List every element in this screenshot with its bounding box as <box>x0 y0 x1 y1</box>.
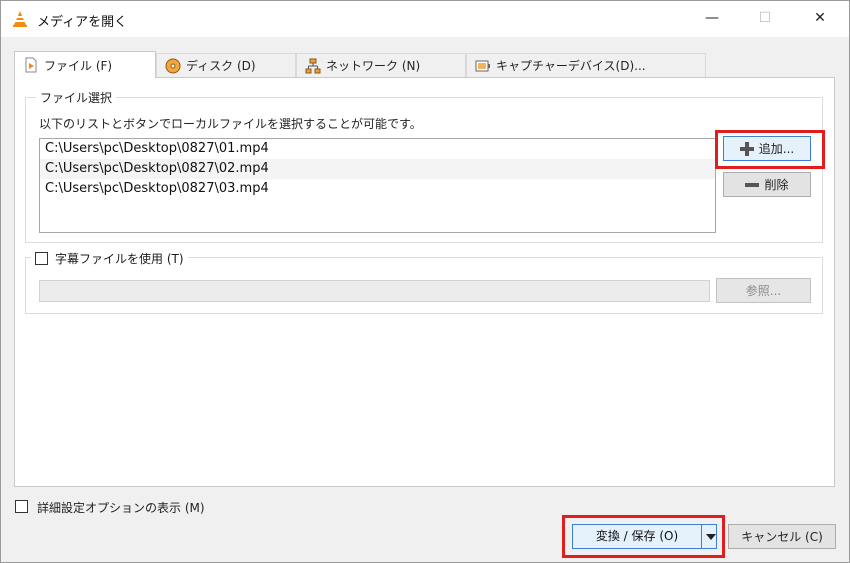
tab-disc-label: ディスク (D) <box>186 59 256 73</box>
open-media-dialog: メディアを開く — ☐ ✕ ファイル (F) ディスク (D) ネットワーク (… <box>0 0 850 563</box>
network-icon <box>305 58 321 73</box>
vlc-cone-icon <box>13 11 27 27</box>
play-file-icon <box>25 57 37 73</box>
advanced-options-checkbox[interactable] <box>15 500 28 513</box>
tab-capture-device[interactable]: キャプチャーデバイス(D)... <box>466 53 706 77</box>
highlight-box-convert <box>562 515 725 558</box>
maximize-button[interactable]: ☐ <box>742 1 788 35</box>
file-selection-description: 以下のリストとボタンでローカルファイルを選択することが可能です。 <box>39 117 422 131</box>
remove-file-button[interactable]: 削除 <box>723 172 811 197</box>
file-list-item[interactable]: C:\Users\pc\Desktop\0827\01.mp4 <box>40 139 715 159</box>
minus-icon <box>745 182 760 187</box>
tab-file[interactable]: ファイル (F) <box>14 51 156 78</box>
remove-file-label: 削除 <box>764 178 789 192</box>
title-bar: メディアを開く — ☐ ✕ <box>1 1 849 37</box>
tab-disc[interactable]: ディスク (D) <box>156 53 296 77</box>
close-button[interactable]: ✕ <box>797 1 843 35</box>
browse-button[interactable]: 参照... <box>716 278 811 303</box>
window-title: メディアを開く <box>37 15 128 30</box>
tab-file-label: ファイル (F) <box>44 58 113 73</box>
highlight-box-add <box>715 130 825 169</box>
file-list-item[interactable]: C:\Users\pc\Desktop\0827\03.mp4 <box>40 179 715 199</box>
subtitle-checkbox-row[interactable]: 字幕ファイルを使用 (T) <box>31 250 188 266</box>
browse-label: 参照... <box>745 284 782 298</box>
cancel-button[interactable]: キャンセル (C) <box>728 524 836 549</box>
file-selection-title: ファイル選択 <box>36 89 117 106</box>
advanced-options-label: 詳細設定オプションの表示 (M) <box>37 501 205 515</box>
disc-icon <box>165 58 181 73</box>
tab-network-label: ネットワーク (N) <box>326 59 421 73</box>
subtitle-checkbox[interactable] <box>35 251 48 265</box>
tab-network[interactable]: ネットワーク (N) <box>296 53 466 77</box>
file-list[interactable]: C:\Users\pc\Desktop\0827\01.mp4 C:\Users… <box>39 138 716 233</box>
file-list-item[interactable]: C:\Users\pc\Desktop\0827\02.mp4 <box>40 159 715 179</box>
tab-capture-device-label: キャプチャーデバイス(D)... <box>496 59 646 73</box>
capture-device-icon <box>475 60 490 71</box>
cancel-label: キャンセル (C) <box>741 530 823 544</box>
minimize-button[interactable]: — <box>689 1 735 35</box>
subtitle-path-field[interactable] <box>39 280 710 302</box>
file-tab-panel: ファイル選択 以下のリストとボタンでローカルファイルを選択することが可能です。 … <box>14 77 835 487</box>
subtitle-checkbox-label: 字幕ファイルを使用 (T) <box>55 251 184 266</box>
